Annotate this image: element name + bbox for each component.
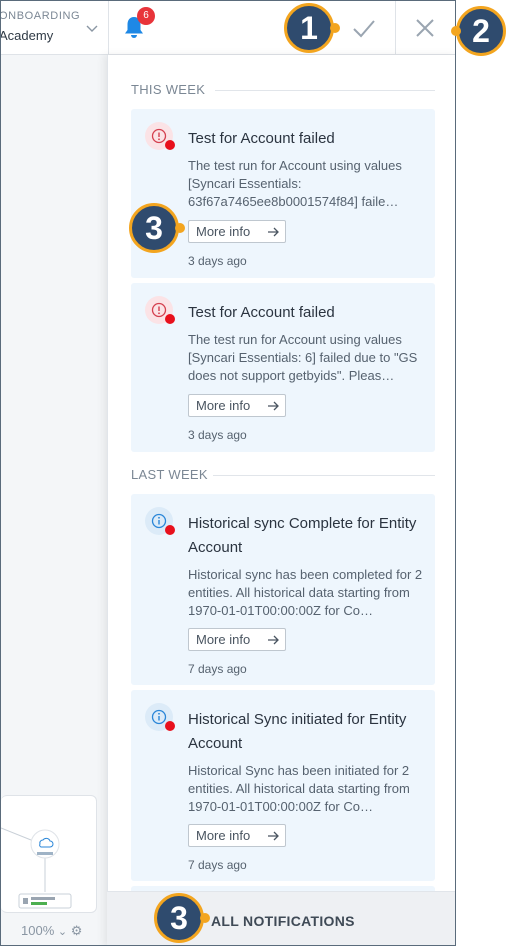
notification-body: The test run for Account using values [S… [188, 158, 402, 209]
notification-title: Test for Account failed [188, 304, 335, 321]
notification-title: Historical sync Complete for Entity Acco… [188, 515, 417, 556]
unread-dot [165, 721, 175, 731]
minimap-graph [1, 827, 72, 909]
arrow-right-icon [268, 831, 279, 841]
divider [395, 1, 396, 55]
info-icon [145, 703, 175, 731]
top-bar: ONBOARDING Academy 6 [0, 1, 455, 55]
app-window: ONBOARDING Academy 6 100% ⌄ ⚙ THIS WEEK [0, 0, 456, 946]
chevron-down-icon[interactable] [85, 23, 99, 33]
onboarding-select[interactable]: Academy [1, 28, 53, 43]
arrow-right-icon [268, 635, 279, 645]
info-icon [145, 507, 175, 535]
section-this-week: THIS WEEK [131, 82, 435, 97]
divider [213, 475, 435, 476]
notification-title: Test for Account failed [188, 130, 335, 147]
more-info-label: More info [196, 224, 251, 239]
more-info-label: More info [196, 398, 251, 413]
notification-card[interactable]: Historical sync Complete for Entity Acco… [131, 494, 435, 685]
notification-card[interactable]: Historical Sync initiated for Entity Acc… [131, 690, 435, 881]
notification-body: The test run for Account using values [S… [188, 332, 418, 383]
all-notifications-label: ALL NOTIFICATIONS [211, 913, 355, 929]
notification-time: 7 days ago [188, 858, 247, 872]
chevron-down-icon: ⌄ [57, 926, 68, 938]
notifications-panel: THIS WEEK Test for Account failed The te… [107, 55, 455, 945]
divider [215, 90, 435, 91]
callout-marker-all-notifications: 3 [154, 893, 204, 943]
more-info-button[interactable]: More info [188, 824, 286, 847]
section-label: THIS WEEK [131, 82, 206, 97]
arrow-right-icon [268, 401, 279, 411]
onboarding-label: ONBOARDING [0, 10, 81, 22]
arrow-right-icon [268, 227, 279, 237]
callout-marker-more-info: 3 [129, 203, 179, 253]
notification-card[interactable]: Test for Account failed The test run for… [131, 283, 435, 452]
notification-body: Historical Sync has been initiated for 2… [188, 763, 410, 814]
notification-title: Historical Sync initiated for Entity Acc… [188, 711, 407, 752]
more-info-button[interactable]: More info [188, 394, 286, 417]
callout-pointer [175, 223, 185, 233]
notification-card[interactable]: Test for Account failed The test run for… [131, 109, 435, 278]
callout-pointer [330, 23, 340, 33]
more-info-button[interactable]: More info [188, 628, 286, 651]
unread-dot [165, 525, 175, 535]
more-info-label: More info [196, 632, 251, 647]
zoom-select[interactable]: 100% ⌄ ⚙ [21, 923, 82, 939]
check-icon[interactable] [351, 18, 377, 40]
divider [108, 1, 109, 55]
close-icon[interactable] [414, 17, 436, 39]
gear-icon[interactable]: ⚙ [71, 923, 83, 938]
more-info-label: More info [196, 828, 251, 843]
notification-time: 3 days ago [188, 428, 247, 442]
notification-time: 7 days ago [188, 662, 247, 676]
notification-time: 3 days ago [188, 254, 247, 268]
notification-count-badge: 6 [137, 7, 155, 25]
section-label: LAST WEEK [131, 467, 208, 482]
notification-body: Historical sync has been completed for 2… [188, 567, 423, 618]
unread-dot [165, 140, 175, 150]
callout-marker-mark-read: 1 [284, 3, 334, 53]
callout-pointer [200, 913, 210, 923]
section-last-week: LAST WEEK [131, 467, 435, 482]
error-icon [145, 296, 175, 324]
canvas-minimap[interactable] [1, 795, 97, 913]
callout-pointer [451, 26, 461, 36]
error-icon [145, 122, 175, 150]
callout-marker-close: 2 [456, 6, 506, 56]
more-info-button[interactable]: More info [188, 220, 286, 243]
zoom-level: 100% [21, 923, 55, 938]
unread-dot [165, 314, 175, 324]
